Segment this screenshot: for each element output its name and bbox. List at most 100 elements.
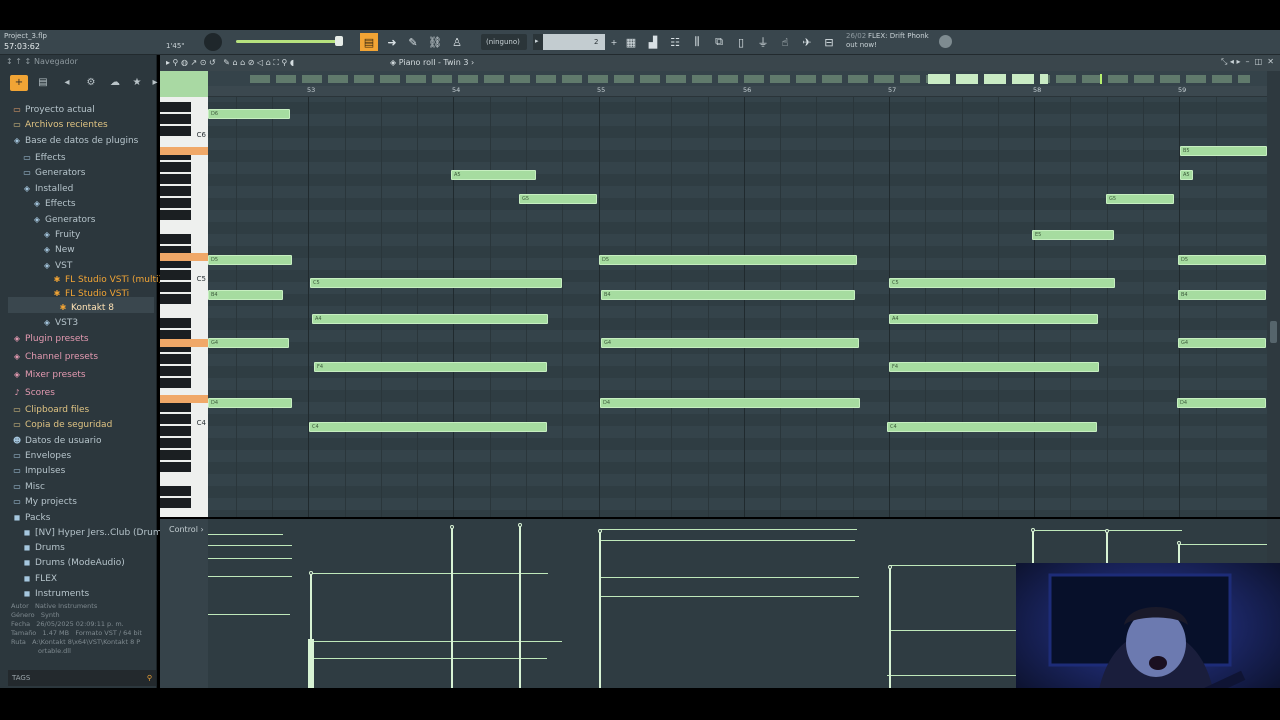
note[interactable]: C5 bbox=[889, 278, 1115, 288]
black-key[interactable] bbox=[160, 414, 191, 424]
velocity-handle[interactable] bbox=[1105, 529, 1109, 533]
black-key[interactable] bbox=[160, 294, 191, 304]
black-key[interactable] bbox=[160, 270, 191, 280]
tree-item-misc[interactable]: ▭ Misc bbox=[12, 479, 45, 494]
velocity-handle[interactable] bbox=[1177, 541, 1181, 545]
tree-item-fl-studio-vsti-multi[interactable]: ✱ FL Studio VSTi (multi) bbox=[52, 272, 162, 287]
velocity-bar[interactable] bbox=[308, 639, 314, 688]
plus-icon[interactable]: + bbox=[605, 33, 623, 51]
back-icon[interactable]: ◂ bbox=[58, 75, 76, 91]
pencil-icon[interactable]: ✎ bbox=[404, 33, 422, 51]
note[interactable]: A4 bbox=[889, 314, 1098, 324]
tree-item-effects[interactable]: ◈ Effects bbox=[32, 196, 76, 211]
note[interactable]: B4 bbox=[601, 290, 855, 300]
cart-icon[interactable]: ⊟ bbox=[820, 33, 838, 51]
tree-item-vst3[interactable]: ◈ VST3 bbox=[42, 315, 78, 330]
pattern-song-toggle[interactable]: ▤ bbox=[360, 33, 378, 51]
vertical-scrollbar[interactable] bbox=[1267, 71, 1280, 517]
black-key[interactable] bbox=[160, 186, 191, 196]
note[interactable]: A5 bbox=[1180, 170, 1193, 180]
note[interactable]: G5 bbox=[519, 194, 597, 204]
master-volume-knob[interactable] bbox=[204, 33, 222, 51]
star-icon[interactable]: ★ bbox=[128, 75, 146, 91]
playlist-icon[interactable]: ▦ bbox=[622, 33, 640, 51]
black-key[interactable] bbox=[160, 366, 191, 376]
velocity-bar[interactable] bbox=[889, 567, 891, 688]
master-pitch-slider[interactable] bbox=[236, 40, 340, 43]
velocity-bar[interactable] bbox=[599, 531, 601, 688]
velocity-handle[interactable] bbox=[888, 565, 892, 569]
note[interactable]: A5 bbox=[451, 170, 536, 180]
note[interactable]: C4 bbox=[887, 422, 1097, 432]
highlighted-key[interactable] bbox=[160, 253, 208, 261]
tree-item-archivos-recientes[interactable]: ▭ Archivos recientes bbox=[12, 117, 107, 132]
tree-item-scores[interactable]: ♪ Scores bbox=[12, 385, 54, 400]
note[interactable]: C4 bbox=[309, 422, 547, 432]
black-key[interactable] bbox=[160, 234, 191, 244]
pattern-select[interactable]: (ninguno) bbox=[481, 34, 527, 50]
velocity-handle[interactable] bbox=[309, 571, 313, 575]
note[interactable]: G4 bbox=[208, 338, 289, 348]
tree-item-impulses[interactable]: ▭ Impulses bbox=[12, 463, 65, 478]
black-key[interactable] bbox=[160, 438, 191, 448]
tree-item-flex[interactable]: ◼ FLEX bbox=[22, 571, 57, 586]
tree-item-plugin-presets[interactable]: ◈ Plugin presets bbox=[12, 331, 89, 346]
tree-item-fl-studio-vsti[interactable]: ✱ FL Studio VSTi bbox=[52, 286, 130, 301]
window-controls[interactable]: ⤡ ◂ ▸ – ◫ ✕ bbox=[1221, 57, 1274, 67]
velocity-handle[interactable] bbox=[450, 525, 454, 529]
tree-item-envelopes[interactable]: ▭ Envelopes bbox=[12, 448, 71, 463]
browser-icon[interactable]: ▯ bbox=[732, 33, 750, 51]
velocity-bar[interactable] bbox=[451, 527, 453, 688]
black-key[interactable] bbox=[160, 210, 191, 220]
note[interactable]: G4 bbox=[1178, 338, 1266, 348]
black-key[interactable] bbox=[160, 126, 191, 136]
settings-icon[interactable]: ⚙ bbox=[82, 75, 100, 91]
velocity-handle[interactable] bbox=[518, 523, 522, 527]
tree-item-effects[interactable]: ▭ Effects bbox=[22, 150, 65, 165]
velocity-bar[interactable] bbox=[519, 525, 521, 688]
link-icon[interactable]: ⛓ bbox=[426, 33, 444, 51]
black-key[interactable] bbox=[160, 426, 191, 436]
note[interactable]: D6 bbox=[208, 109, 290, 119]
tree-item-generators[interactable]: ▭ Generators bbox=[22, 165, 85, 180]
tree-item-fruity[interactable]: ◈ Fruity bbox=[42, 227, 80, 242]
tree-item-packs[interactable]: ◼ Packs bbox=[12, 510, 51, 525]
note[interactable]: D5 bbox=[1178, 255, 1266, 265]
black-key[interactable] bbox=[160, 162, 191, 172]
black-key[interactable] bbox=[160, 282, 191, 292]
tree-item-my-projects[interactable]: ▭ My projects bbox=[12, 494, 77, 509]
tree-item-clipboard-files[interactable]: ▭ Clipboard files bbox=[12, 402, 89, 417]
note[interactable]: A4 bbox=[312, 314, 548, 324]
mixer-icon[interactable]: ⫼ bbox=[688, 33, 706, 51]
slider-handle[interactable] bbox=[335, 36, 343, 46]
touch-controller-icon[interactable]: ☝ bbox=[776, 33, 794, 51]
note[interactable]: D4 bbox=[208, 398, 292, 408]
black-key[interactable] bbox=[160, 486, 191, 496]
control-label[interactable]: Control › bbox=[169, 525, 204, 534]
step-left-arrow[interactable]: ▸ bbox=[533, 34, 543, 50]
channel-rack-icon[interactable]: ☷ bbox=[666, 33, 684, 51]
black-key[interactable] bbox=[160, 102, 191, 112]
file-icon[interactable]: ▤ bbox=[34, 75, 52, 91]
tree-item-drums-modeaudio[interactable]: ◼ Drums (ModeAudio) bbox=[22, 555, 125, 570]
note[interactable]: B4 bbox=[208, 290, 283, 300]
note[interactable]: E5 bbox=[1032, 230, 1114, 240]
black-key[interactable] bbox=[160, 378, 191, 388]
cloud-icon[interactable]: ☁ bbox=[106, 75, 124, 91]
note[interactable]: G4 bbox=[601, 338, 859, 348]
tree-item-datos-de-usuario[interactable]: ☻ Datos de usuario bbox=[12, 433, 102, 448]
note[interactable]: B5 bbox=[1180, 146, 1267, 156]
tree-item-kontakt-8[interactable]: ✱ Kontakt 8 bbox=[58, 300, 114, 315]
tree-item-base-de-datos-de-plugins[interactable]: ◈ Base de datos de plugins bbox=[12, 133, 138, 148]
stamp-icon[interactable]: ♙ bbox=[448, 33, 466, 51]
note[interactable]: F4 bbox=[889, 362, 1099, 372]
tree-item-instruments[interactable]: ◼ Instruments bbox=[22, 586, 90, 601]
add-icon[interactable]: + bbox=[10, 75, 28, 91]
tree-item-copia-de-seguridad[interactable]: ▭ Copia de seguridad bbox=[12, 417, 112, 432]
tree-item-installed[interactable]: ◈ Installed bbox=[22, 181, 73, 196]
plug-icon[interactable]: ⏚ bbox=[754, 33, 772, 51]
note[interactable]: G5 bbox=[1106, 194, 1174, 204]
globe-icon[interactable] bbox=[939, 35, 952, 48]
velocity-handle[interactable] bbox=[598, 529, 602, 533]
note[interactable]: D5 bbox=[208, 255, 292, 265]
